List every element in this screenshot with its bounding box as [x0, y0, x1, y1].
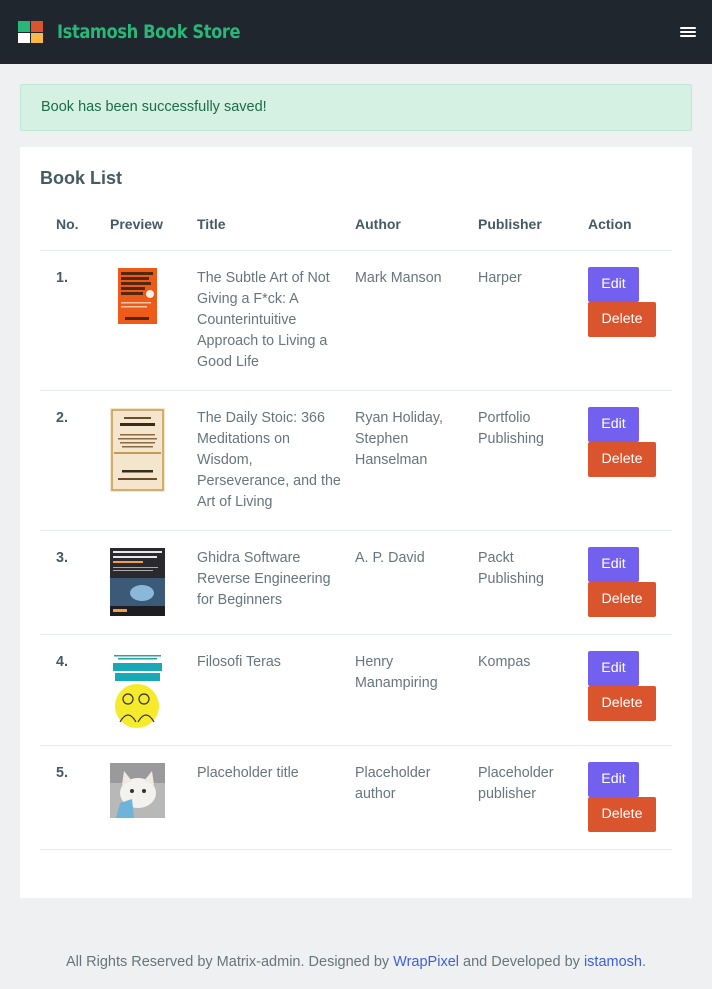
table-row: 5. Placeholder title Placeholder author — [40, 745, 672, 850]
book-title: Ghidra Software Reverse Engineering for … — [197, 530, 355, 635]
edit-button[interactable]: Edit — [588, 267, 639, 302]
table-header-row: No. Preview Title Author Publisher Actio… — [40, 216, 672, 251]
success-alert: Book has been successfully saved! — [20, 84, 692, 131]
delete-button[interactable]: Delete — [588, 797, 656, 832]
column-header-no: No. — [40, 216, 110, 251]
column-header-author: Author — [355, 216, 478, 251]
row-number: 1. — [40, 250, 110, 391]
row-number: 5. — [40, 745, 110, 850]
book-publisher: Harper — [478, 250, 588, 391]
delete-button[interactable]: Delete — [588, 442, 656, 477]
book-cover-placeholder-cat — [110, 763, 165, 818]
row-number: 4. — [40, 634, 110, 746]
row-number: 2. — [40, 390, 110, 531]
book-publisher: Portfolio Publishing — [478, 390, 588, 531]
topbar: Istamosh Book Store — [0, 0, 712, 64]
brand-name: Istamosh Book Store — [57, 21, 241, 43]
row-number: 3. — [40, 530, 110, 635]
delete-button[interactable]: Delete — [588, 302, 656, 337]
edit-button[interactable]: Edit — [588, 651, 639, 686]
istamosh-link[interactable]: istamosh — [584, 954, 642, 970]
book-author: Ryan Holiday, Stephen Hanselman — [355, 390, 478, 531]
book-publisher: Placeholder publisher — [478, 745, 588, 850]
book-title: Filosofi Teras — [197, 634, 355, 746]
table-row: 3. Ghidra Software Reverse Engineering f… — [40, 530, 672, 635]
book-list-card: Book List No. Preview Title Author Publi… — [20, 147, 692, 898]
book-author: A. P. David — [355, 530, 478, 635]
delete-button[interactable]: Delete — [588, 582, 656, 617]
delete-button[interactable]: Delete — [588, 686, 656, 721]
edit-button[interactable]: Edit — [588, 547, 639, 582]
hamburger-menu-icon[interactable] — [680, 25, 696, 39]
footer-text: All Rights Reserved by Matrix-admin. Des… — [65, 954, 390, 970]
book-table: No. Preview Title Author Publisher Actio… — [40, 216, 672, 850]
book-cover-subtle-art — [118, 268, 157, 324]
book-cover-daily-stoic — [110, 408, 165, 492]
book-author: Mark Manson — [355, 250, 478, 391]
column-header-title: Title — [197, 216, 355, 251]
edit-button[interactable]: Edit — [588, 407, 639, 442]
book-title: The Daily Stoic: 366 Meditations on Wisd… — [197, 390, 355, 531]
brand[interactable]: Istamosh Book Store — [18, 21, 270, 43]
table-row: 4. Filosofi Teras Henry Manampiring Komp… — [40, 634, 672, 746]
column-header-preview: Preview — [110, 216, 197, 251]
book-author: Placeholder author — [355, 745, 478, 850]
book-publisher: Packt Publishing — [478, 530, 588, 635]
book-author: Henry Manampiring — [355, 634, 478, 746]
book-publisher: Kompas — [478, 634, 588, 746]
footer: All Rights Reserved by Matrix-admin. Des… — [0, 954, 712, 970]
book-cover-filosofi-teras — [110, 652, 165, 728]
column-header-publisher: Publisher — [478, 216, 588, 251]
book-title: Placeholder title — [197, 745, 355, 850]
wrappixel-link[interactable]: WrapPixel — [393, 954, 459, 970]
edit-button[interactable]: Edit — [588, 762, 639, 797]
column-header-action: Action — [588, 216, 672, 251]
table-row: 1. The Subtle Art of Not Giving a F*ck: … — [40, 250, 672, 391]
book-cover-ghidra — [110, 548, 165, 616]
book-title: The Subtle Art of Not Giving a F*ck: A C… — [197, 250, 355, 391]
footer-text-middle: and Developed by — [463, 954, 580, 970]
logo-icon — [18, 21, 43, 43]
alert-message: Book has been successfully saved! — [41, 99, 267, 115]
card-title: Book List — [40, 168, 123, 188]
footer-suffix: . — [641, 954, 647, 970]
table-row: 2. The Daily Stoic: 366 Meditations on W… — [40, 390, 672, 531]
